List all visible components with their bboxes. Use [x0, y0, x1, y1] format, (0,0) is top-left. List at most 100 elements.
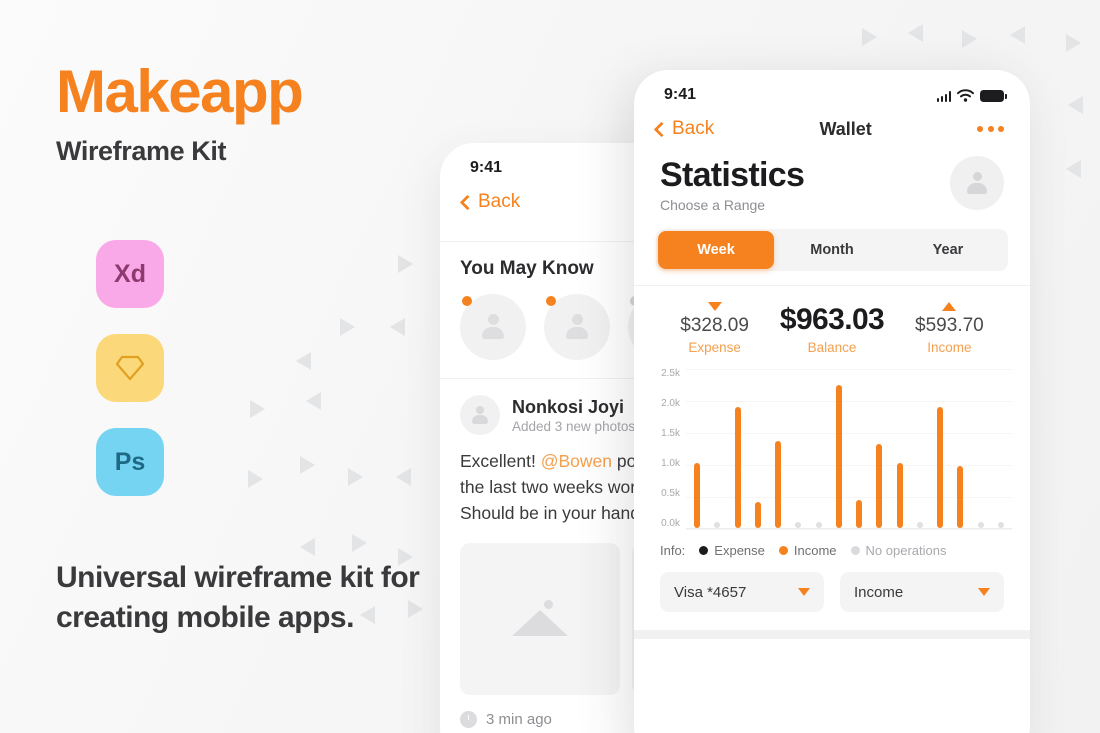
dot [987, 126, 994, 132]
decorative-triangle-icon [962, 30, 977, 48]
person-icon [471, 406, 489, 424]
promo-text-block: Makeapp Wireframe Kit [56, 62, 456, 167]
chart-no-operation-dot [916, 522, 923, 528]
legend-dot [850, 546, 860, 555]
back-label: Back [478, 191, 521, 212]
more-options-button[interactable] [977, 126, 1004, 132]
filter-selects: Visa *4657 Income [634, 558, 1030, 612]
range-segmented-control: Week Month Year [656, 229, 1008, 271]
adobe-xd-label: Xd [114, 259, 146, 288]
chart-no-operation-dot [815, 522, 822, 528]
back-button[interactable]: Back [653, 118, 715, 140]
chart-plot-area [686, 369, 1012, 530]
card-select[interactable]: Visa *4657 [660, 572, 824, 612]
dot [998, 126, 1004, 132]
promo-tagline: Universal wireframe kit for creating mob… [56, 561, 420, 634]
nav-title: Wallet [819, 118, 872, 139]
decorative-triangle-icon [296, 352, 311, 370]
post-meta: Added 3 new photos [512, 418, 636, 434]
chart-y-tick: 0.5k [661, 488, 680, 499]
decorative-triangle-icon [398, 255, 413, 273]
status-badge [546, 296, 556, 306]
decorative-triangle-icon [348, 468, 363, 486]
type-select-label: Income [854, 583, 904, 601]
arrow-down-icon [707, 302, 722, 311]
summary-label: Expense [688, 340, 741, 355]
chevron-down-icon [978, 588, 990, 596]
legend-prefix: Info: [660, 543, 686, 558]
decorative-triangle-icon [862, 28, 877, 46]
clock-icon [460, 710, 477, 728]
chart-bar [957, 466, 964, 528]
nav-bar: Back Wallet [634, 112, 1030, 150]
post-body-pre: Excellent! [460, 451, 541, 471]
list-item[interactable] [460, 294, 526, 360]
type-select[interactable]: Income [840, 572, 1004, 612]
avatar[interactable] [950, 156, 1004, 210]
legend-label: No operations [865, 543, 947, 558]
decorative-triangle-icon [306, 392, 321, 410]
summary-balance: $963.03 Balance [769, 303, 895, 355]
chart-y-tick: 1.0k [661, 458, 680, 469]
chart-no-operation-dot [795, 522, 802, 528]
post-author: Nonkosi Joyi [512, 396, 625, 417]
status-badge [462, 296, 472, 306]
decorative-triangle-icon [1010, 26, 1025, 44]
legend-item-expense: Expense [699, 543, 765, 558]
page-subtitle: Choose a Range [660, 197, 766, 213]
image-icon [512, 598, 568, 640]
decorative-triangle-icon [390, 318, 405, 336]
promo-subtitle: Wireframe Kit [56, 136, 227, 166]
promo-scene: Makeapp Wireframe Kit Xd Ps Universal wi… [0, 0, 1100, 733]
decorative-triangle-icon [300, 538, 315, 556]
sketch-icon [96, 334, 164, 402]
decorative-triangle-icon [1066, 160, 1081, 178]
chart-bar [754, 501, 761, 528]
chart-legend: Info: Expense Income No operations [634, 529, 1030, 558]
photo-placeholder[interactable] [460, 542, 620, 695]
chart-no-operation-dot [997, 522, 1004, 528]
wifi-icon [957, 88, 974, 102]
chart-bars [686, 369, 1012, 528]
post-mention[interactable]: @Bowen [541, 451, 612, 471]
decorative-triangle-icon [352, 534, 367, 552]
chart-bar [937, 407, 944, 528]
tab-year[interactable]: Year [890, 231, 1006, 269]
dot [977, 126, 983, 132]
back-button[interactable]: Back [459, 191, 521, 213]
decorative-triangle-icon [300, 456, 315, 474]
list-item[interactable] [544, 294, 610, 360]
chart-bar [876, 444, 883, 528]
legend-item-no-operations: No operations [850, 543, 947, 558]
summary-label: Income [927, 340, 972, 355]
chart-y-axis: 2.5k 2.0k 1.5k 1.0k 0.5k 0.0k [652, 369, 686, 529]
back-label: Back [672, 118, 715, 139]
legend-label: Income [793, 543, 837, 558]
app-format-icons: Xd Ps [96, 240, 164, 522]
chart-no-operation-dot [977, 522, 984, 528]
statistics-chart: 2.5k 2.0k 1.5k 1.0k 0.5k 0.0k [634, 355, 1030, 530]
legend-dot [778, 546, 788, 555]
arrow-up-icon [942, 302, 957, 311]
chart-y-tick: 1.5k [661, 428, 680, 439]
summary-label: Balance [807, 340, 857, 355]
chart-y-tick: 2.5k [661, 368, 680, 379]
post-timestamp: 3 min ago [486, 710, 552, 728]
tab-week[interactable]: Week [658, 231, 774, 269]
status-time: 9:41 [470, 159, 503, 176]
legend-dot [699, 546, 709, 555]
main-phone-mockup: 9:41 Back Wallet Statistics Choose a Ran… [634, 70, 1030, 733]
page-title: Statistics [660, 156, 805, 194]
tab-month[interactable]: Month [774, 231, 890, 269]
adobe-xd-icon: Xd [96, 240, 164, 308]
decorative-triangle-icon [396, 468, 411, 486]
person-icon [966, 172, 988, 194]
status-icons [936, 88, 1007, 102]
page-title: Makeapp [56, 58, 304, 125]
page-header: Statistics Choose a Range [634, 150, 1030, 213]
card-select-label: Visa *4657 [674, 583, 747, 601]
decorative-triangle-icon [250, 400, 265, 418]
decorative-triangle-icon [908, 24, 923, 42]
chart-gridline [686, 529, 1012, 530]
chart-bar [694, 462, 700, 528]
